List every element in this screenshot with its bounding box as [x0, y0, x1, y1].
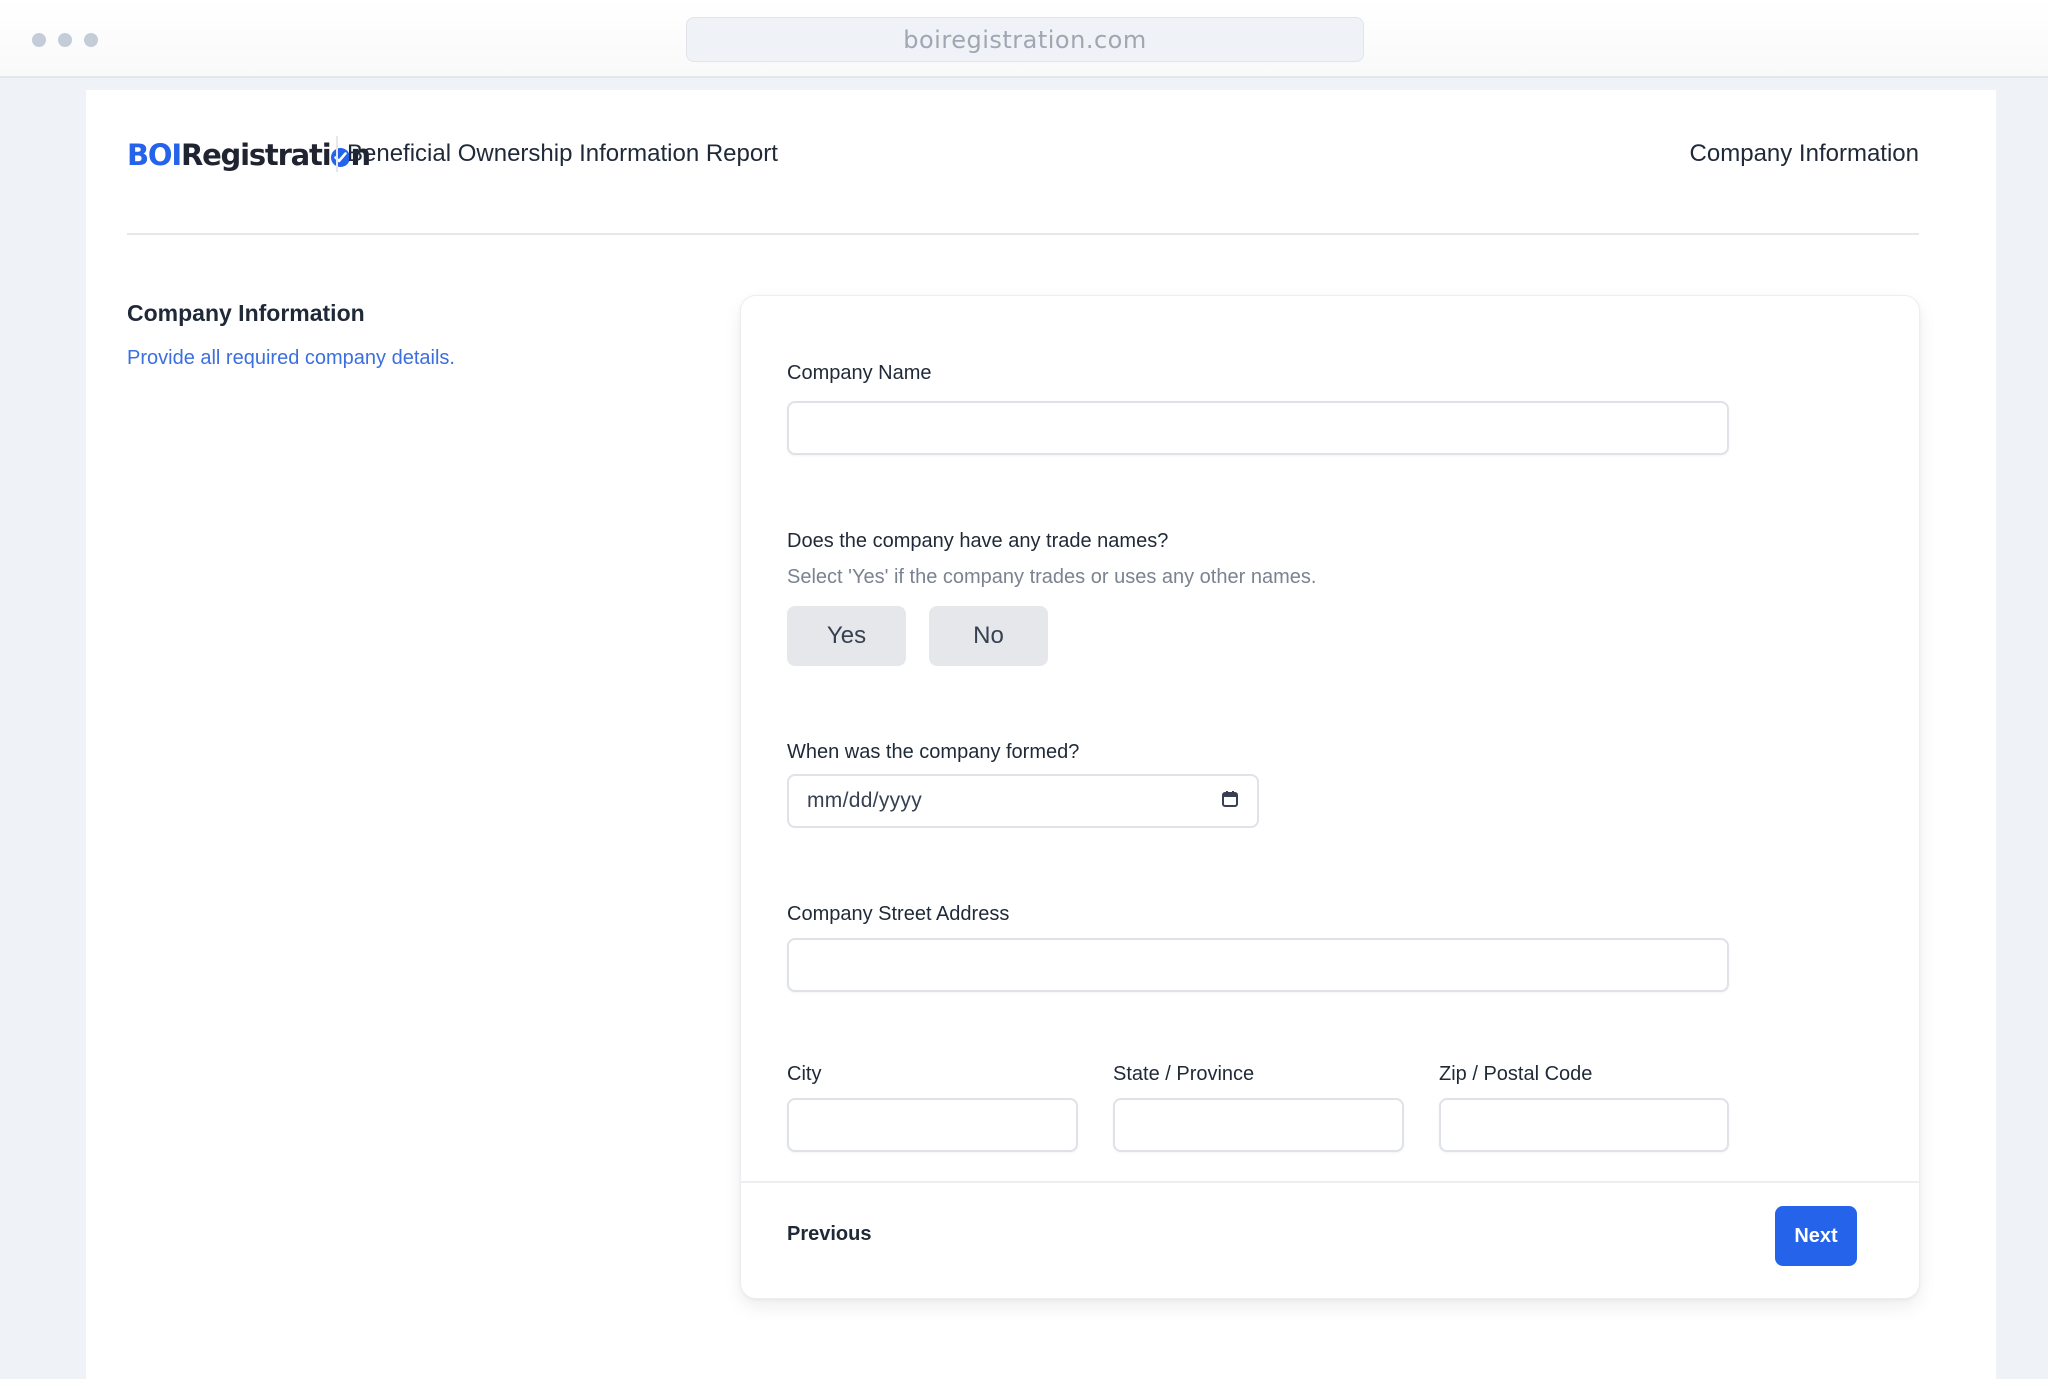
company-info-form: Company Name Does the company have any t…	[740, 295, 1920, 1299]
city-label: City	[787, 1063, 822, 1085]
page-content: BOI Registrati n Beneficial Ownership In…	[86, 90, 1996, 1379]
company-name-input[interactable]	[787, 401, 1729, 455]
city-input[interactable]	[787, 1098, 1078, 1152]
zip-label: Zip / Postal Code	[1439, 1063, 1593, 1085]
calendar-icon[interactable]	[1221, 790, 1239, 813]
report-title: Beneficial Ownership Information Report	[347, 140, 778, 167]
date-placeholder: mm/dd/yyyy	[807, 789, 923, 812]
trade-names-hint: Select 'Yes' if the company trades or us…	[787, 566, 1317, 588]
trade-names-question: Does the company have any trade names?	[787, 530, 1169, 552]
street-address-label: Company Street Address	[787, 903, 1010, 925]
state-input[interactable]	[1113, 1098, 1404, 1152]
current-step-label: Company Information	[1689, 140, 1919, 167]
next-button[interactable]: Next	[1775, 1206, 1857, 1266]
section-description: Provide all required company details.	[127, 347, 455, 369]
window-dot-icon[interactable]	[58, 33, 72, 47]
street-address-input[interactable]	[787, 938, 1729, 992]
formation-date-label: When was the company formed?	[787, 741, 1080, 763]
browser-toolbar: boiregistration.com	[0, 0, 2048, 78]
brand-logo[interactable]: BOI Registrati n	[127, 138, 371, 172]
window-controls	[32, 33, 98, 47]
address-bar[interactable]: boiregistration.com	[686, 17, 1364, 62]
zip-input[interactable]	[1439, 1098, 1729, 1152]
window-dot-icon[interactable]	[32, 33, 46, 47]
trade-names-no-button[interactable]: No	[929, 606, 1048, 666]
logo-text-boi: BOI	[127, 138, 182, 172]
page-header: BOI Registrati n Beneficial Ownership In…	[127, 90, 1919, 235]
logo-text-registration: Registrati	[180, 138, 332, 172]
previous-button[interactable]: Previous	[787, 1223, 871, 1246]
window-dot-icon[interactable]	[84, 33, 98, 47]
section-title: Company Information	[127, 300, 365, 326]
company-name-label: Company Name	[787, 362, 932, 384]
form-footer-divider	[741, 1181, 1919, 1183]
state-label: State / Province	[1113, 1063, 1255, 1085]
header-divider	[336, 136, 338, 172]
trade-names-yes-button[interactable]: Yes	[787, 606, 906, 666]
section-intro: Company Information Provide all required…	[127, 300, 687, 370]
formation-date-input[interactable]: mm/dd/yyyy	[787, 774, 1259, 828]
